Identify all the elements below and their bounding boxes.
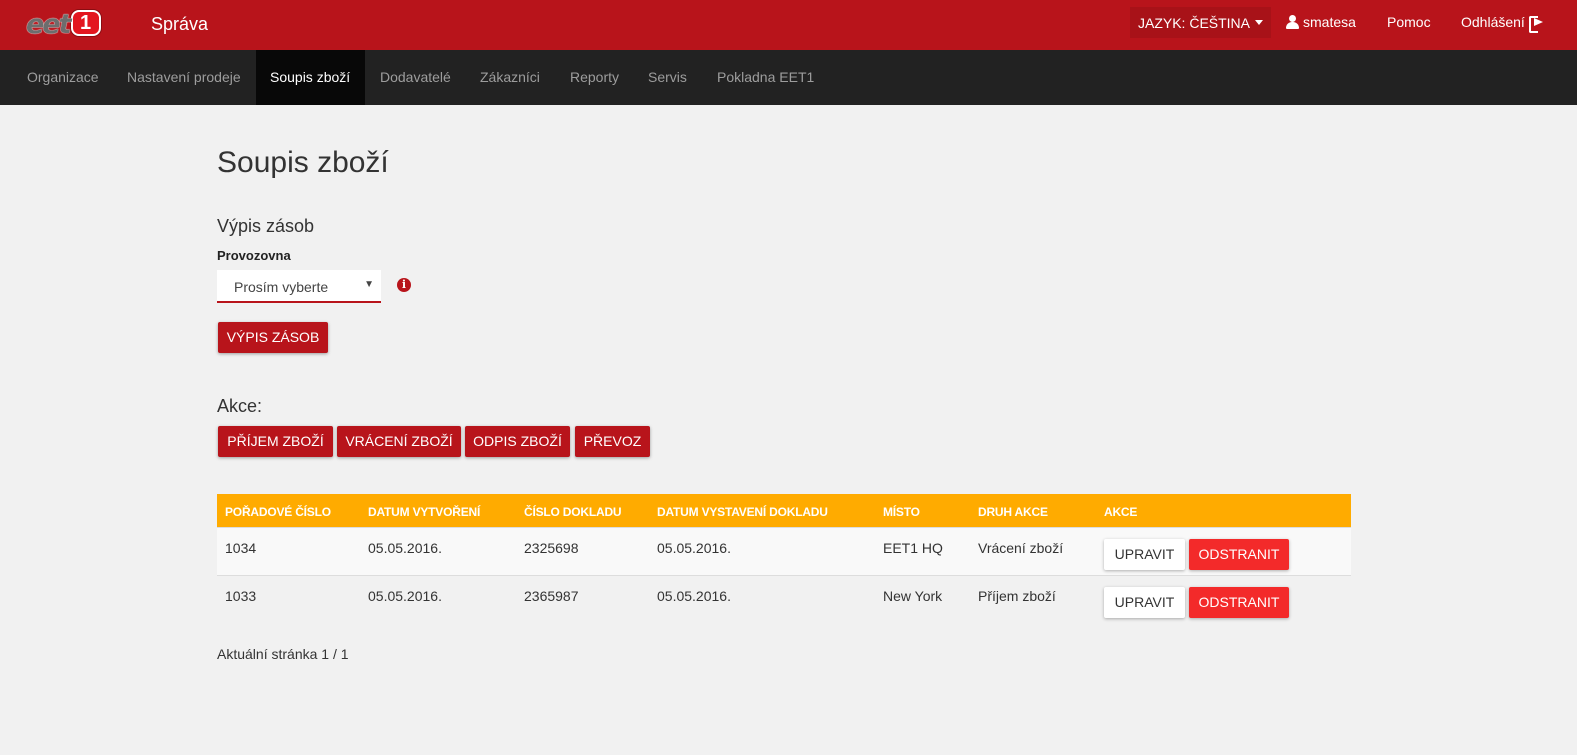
cell-doc-date: 05.05.2016. — [657, 540, 731, 556]
table-row: 1034 05.05.2016. 2325698 05.05.2016. EET… — [217, 527, 1351, 575]
inventory-table: POŘADOVÉ ČÍSLO DATUM VYTVOŘENÍ ČÍSLO DOK… — [217, 494, 1351, 623]
pagination-text: Aktuální stránka 1 / 1 — [217, 646, 349, 662]
delete-button[interactable]: ODSTRANIT — [1189, 587, 1289, 618]
cell-action-type: Vrácení zboží — [978, 540, 1064, 556]
table-header: POŘADOVÉ ČÍSLO DATUM VYTVOŘENÍ ČÍSLO DOK… — [217, 494, 1351, 527]
logout-icon — [1528, 15, 1543, 33]
app-title[interactable]: Správa — [151, 14, 208, 35]
cell-number: 1034 — [225, 540, 257, 556]
column-header[interactable]: DATUM VYTVOŘENÍ — [368, 505, 480, 519]
edit-button[interactable]: UPRAVIT — [1104, 539, 1185, 570]
cell-created: 05.05.2016. — [368, 540, 442, 556]
return-goods-button[interactable]: VRÁCENÍ ZBOŽÍ — [337, 426, 461, 457]
receive-goods-button[interactable]: PŘÍJEM ZBOŽÍ — [218, 426, 333, 457]
cell-doc-date: 05.05.2016. — [657, 588, 731, 604]
logo-badge: 1 — [70, 10, 101, 36]
column-header[interactable]: MÍSTO — [883, 505, 920, 519]
cell-created: 05.05.2016. — [368, 588, 442, 604]
column-header[interactable]: DATUM VYSTAVENÍ DOKLADU — [657, 505, 828, 519]
eet1-logo[interactable]: eet 1 — [26, 7, 101, 40]
cell-number: 1033 — [225, 588, 257, 604]
transfer-button[interactable]: PŘEVOZ — [575, 426, 650, 457]
username: smatesa — [1303, 14, 1356, 30]
nav-item-nastaveni-prodeje[interactable]: Nastavení prodeje — [112, 50, 256, 105]
location-select-value: Prosím vyberte — [234, 279, 329, 295]
chevron-down-icon: ▼ — [364, 279, 374, 290]
delete-button[interactable]: ODSTRANIT — [1189, 539, 1289, 570]
logo-text: eet — [26, 8, 72, 40]
nav-item-servis[interactable]: Servis — [633, 50, 702, 105]
logout-link[interactable]: Odhlášení — [1461, 14, 1543, 33]
table-row: 1033 05.05.2016. 2365987 05.05.2016. New… — [217, 575, 1351, 623]
logout-label: Odhlášení — [1461, 14, 1525, 30]
column-header[interactable]: DRUH AKCE — [978, 505, 1048, 519]
nav-item-zakaznici[interactable]: Zákazníci — [465, 50, 555, 105]
cell-place: New York — [883, 588, 943, 604]
column-header[interactable]: POŘADOVÉ ČÍSLO — [225, 505, 331, 519]
stock-section-title: Výpis zásob — [217, 216, 315, 236]
cell-place: EET1 HQ — [883, 540, 943, 556]
stock-list-button[interactable]: VÝPIS ZÁSOB — [218, 322, 328, 353]
user-menu[interactable]: smatesa — [1286, 14, 1356, 30]
nav-item-pokladna-eet1[interactable]: Pokladna EET1 — [702, 50, 829, 105]
page-title: Soupis zboží — [217, 146, 389, 179]
column-header: AKCE — [1104, 505, 1138, 519]
language-dropdown[interactable]: JAZYK: ČEŠTINA — [1130, 7, 1271, 38]
location-label: Provozovna — [217, 248, 291, 263]
nav-item-soupis-zbozi[interactable]: Soupis zboží — [256, 50, 365, 105]
nav-item-dodavatele[interactable]: Dodavatelé — [365, 50, 466, 105]
help-label: Pomoc — [1387, 14, 1431, 30]
chevron-down-icon — [1255, 20, 1264, 25]
edit-button[interactable]: UPRAVIT — [1104, 587, 1185, 618]
help-link[interactable]: Pomoc — [1387, 14, 1431, 30]
nav-item-organizace[interactable]: Organizace — [0, 50, 114, 105]
nav-item-reporty[interactable]: Reporty — [555, 50, 634, 105]
language-label: JAZYK: ČEŠTINA — [1137, 14, 1251, 31]
cell-action-type: Příjem zboží — [978, 588, 1056, 604]
main-nav: Organizace Nastavení prodeje Soupis zbož… — [0, 50, 1577, 105]
actions-label: Akce: — [217, 396, 263, 416]
user-icon — [1286, 15, 1299, 29]
write-off-goods-button[interactable]: ODPIS ZBOŽÍ — [465, 426, 570, 457]
top-bar: eet 1 Správa JAZYK: ČEŠTINA smatesa Pomo… — [0, 0, 1577, 50]
cell-doc-number: 2365987 — [524, 588, 579, 604]
cell-doc-number: 2325698 — [524, 540, 579, 556]
info-icon[interactable]: i — [397, 278, 411, 292]
location-select[interactable]: Prosím vyberte ▼ — [217, 270, 381, 303]
column-header[interactable]: ČÍSLO DOKLADU — [524, 505, 622, 519]
